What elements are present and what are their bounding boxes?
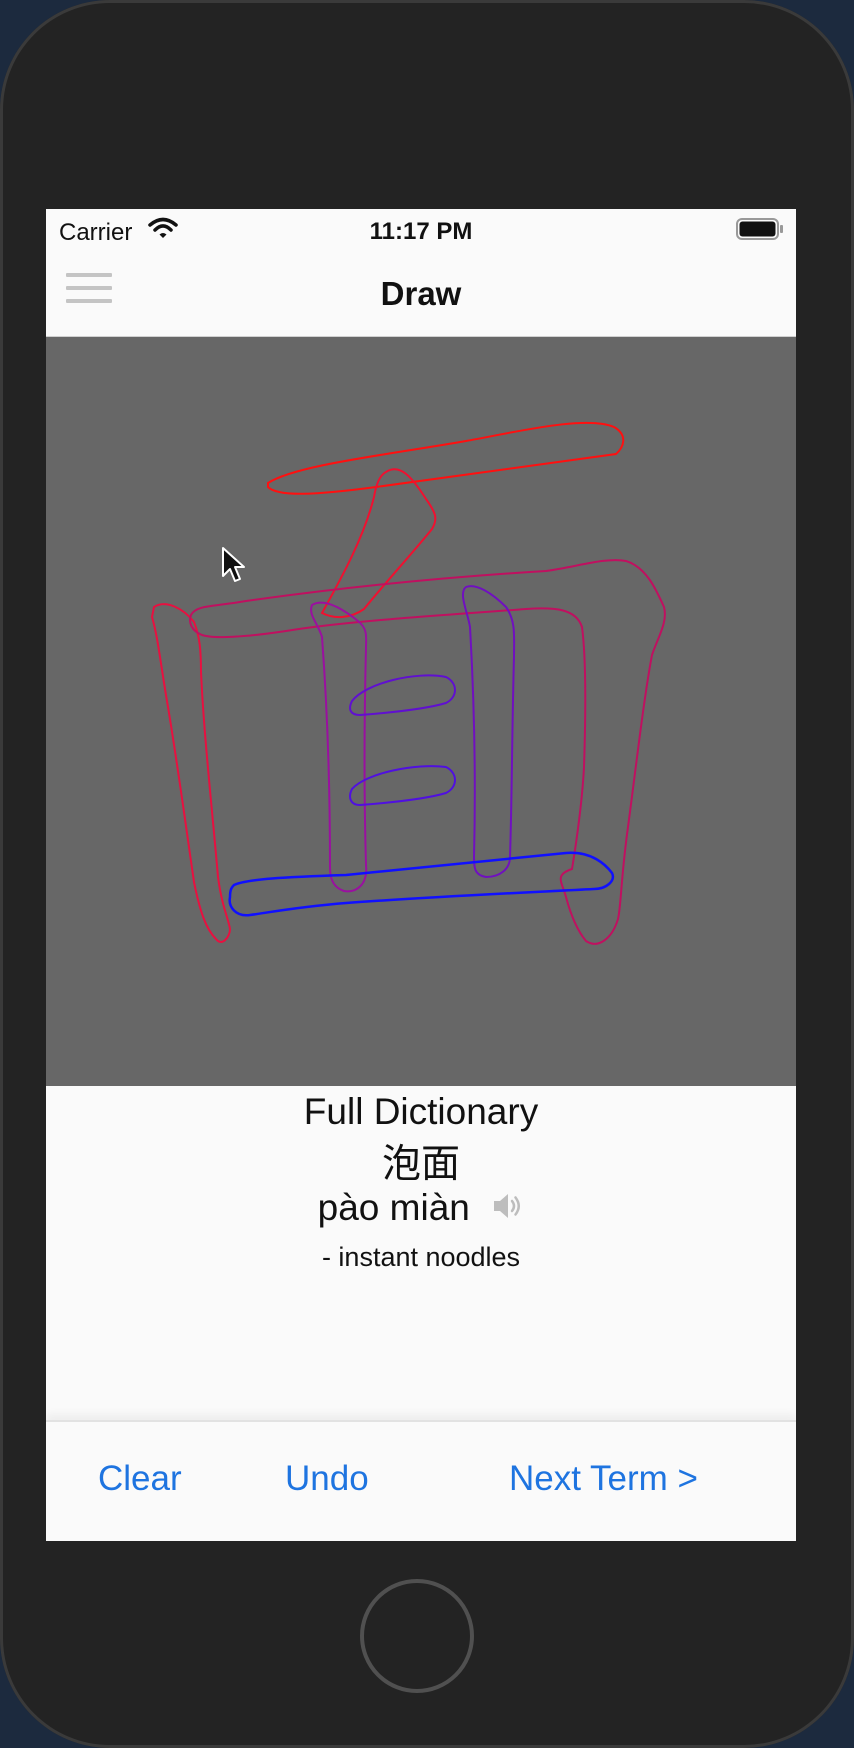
stroke-5 [310,601,368,893]
stroke-8 [349,765,456,807]
pointer-cursor-icon [221,546,247,589]
page-title: Draw [380,275,462,312]
battery-icon [736,218,784,245]
term-pinyin: pào miàn [317,1187,470,1228]
clear-button[interactable]: Clear [98,1459,182,1499]
stroke-3 [150,603,232,943]
navigation-bar: Draw [46,253,796,337]
stroke-4 [189,559,666,945]
character-strokes [150,421,666,945]
next-term-button[interactable]: Next Term > [509,1459,698,1499]
stroke-1 [267,421,625,495]
bottom-toolbar: Clear Undo Next Term > [46,1420,796,1541]
phone-frame: Carrier 11:17 PM Draw Full Dictionary 泡面… [0,0,854,1748]
term-characters: 泡面 [381,1143,460,1186]
home-button[interactable] [360,1579,474,1693]
speaker-icon[interactable] [492,1191,524,1226]
term-definition: - instant noodles [321,1242,521,1272]
undo-button[interactable]: Undo [285,1459,369,1499]
dictionary-panel: Full Dictionary 泡面 pào miàn - instant no… [46,1086,796,1416]
clock: 11:17 PM [369,218,473,245]
drawing-canvas[interactable] [46,337,796,1086]
app-screen: Carrier 11:17 PM Draw Full Dictionary 泡面… [46,209,796,1541]
stroke-9 [228,851,615,917]
dictionary-source: Full Dictionary [303,1091,539,1132]
stroke-6 [461,585,516,879]
pinyin-row: pào miàn [46,1187,796,1229]
status-bar: Carrier 11:17 PM [46,209,796,253]
